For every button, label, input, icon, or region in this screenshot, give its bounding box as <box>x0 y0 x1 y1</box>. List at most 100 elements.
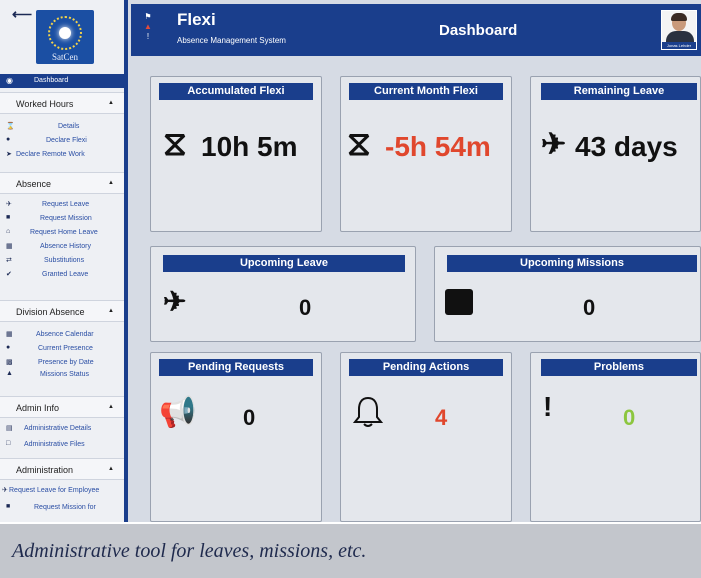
card-title: Pending Requests <box>159 359 313 376</box>
sidebar-item-request-leave[interactable]: ✈ Request Leave <box>0 200 124 211</box>
rocket-icon: ➤ <box>6 151 12 158</box>
briefcase-icon <box>445 289 473 315</box>
header-icons: ⚑ ▲ ! <box>141 12 155 42</box>
logo: SatCen <box>36 10 94 64</box>
status-icon: ▲ <box>6 370 13 377</box>
section-label: Admin Info <box>16 403 60 413</box>
sidebar-item-label: Details <box>58 123 80 130</box>
card-value: -5h 54m <box>385 131 491 162</box>
plane-icon: ✈ <box>541 128 567 161</box>
calendar-icon: ▦ <box>6 331 13 338</box>
card-pending-actions[interactable]: Pending Actions 4 <box>340 352 512 522</box>
dashboard-icon: ◉ <box>6 76 13 85</box>
logo-text: SatCen <box>52 52 78 62</box>
sidebar-item-granted-leave[interactable]: ✔ Granted Leave <box>0 270 124 281</box>
arrow-left-icon[interactable]: ⟵ <box>12 6 32 23</box>
sidebar-item-label: Granted Leave <box>42 271 89 278</box>
sidebar-item-label: Request Mission for <box>34 504 96 511</box>
sidebar-item-administrative-details[interactable]: ▤ Administrative Details <box>0 424 124 435</box>
sidebar-item-declare-remote-work[interactable]: ➤ Declare Remote Work <box>0 150 124 161</box>
sidebar-item-label: Administrative Details <box>24 425 92 432</box>
hourglass-icon: ⧖ <box>163 125 187 163</box>
card-value: 0 <box>299 295 312 320</box>
section-label: Division Absence <box>16 307 85 317</box>
megaphone-icon: 📢 <box>159 396 197 429</box>
sidebar-item-label: Administrative Files <box>24 441 85 448</box>
hourglass-icon: ⧖ <box>347 125 371 163</box>
plane-icon: ✈ <box>6 201 12 208</box>
dot-icon: ● <box>6 136 11 143</box>
page-title: Dashboard <box>439 22 518 39</box>
sidebar-item-request-mission[interactable]: ■ Request Mission <box>0 214 124 225</box>
card-value: 43 days <box>575 131 678 162</box>
presence-icon: ▩ <box>6 359 13 366</box>
section-worked-hours[interactable]: Worked Hours ▲ <box>0 92 124 114</box>
bell-icon <box>352 395 384 429</box>
sidebar-item-details[interactable]: ⌛ Details <box>0 122 124 133</box>
avatar[interactable]: Jonas Lehder <box>661 10 697 50</box>
sidebar-item-label: Absence Calendar <box>36 331 94 338</box>
sidebar-item-missions-status[interactable]: ▲ Missions Status <box>0 370 124 381</box>
card-title: Accumulated Flexi <box>159 83 313 100</box>
sidebar-item-label: Missions Status <box>40 371 90 378</box>
sidebar-item-label: Declare Remote Work <box>16 151 85 158</box>
card-title: Upcoming Leave <box>163 255 405 272</box>
sidebar-item-current-presence[interactable]: ● Current Presence <box>0 344 124 355</box>
briefcase-icon: ■ <box>6 214 11 221</box>
sidebar-item-request-mission-for[interactable]: ■ Request Mission for <box>0 503 124 514</box>
plane-icon: ✈ <box>163 286 187 317</box>
sidebar-item-label: Substitutions <box>44 257 85 264</box>
section-label: Absence <box>16 179 52 189</box>
card-value: 0 <box>583 295 596 320</box>
briefcase-icon: ■ <box>6 503 11 510</box>
section-administration[interactable]: Administration ▲ <box>0 458 124 480</box>
card-upcoming-missions[interactable]: Upcoming Missions 0 <box>434 246 701 342</box>
calendar-icon: ▦ <box>6 243 13 250</box>
dot-icon: ● <box>6 344 11 351</box>
app-title: Flexi <box>177 10 216 29</box>
card-remaining-leave[interactable]: Remaining Leave ✈ 43 days <box>530 76 701 232</box>
sidebar-item-dashboard[interactable]: ◉ Dashboard <box>0 74 124 88</box>
sidebar-item-request-leave-for-employee[interactable]: ✈ Request Leave for Employee <box>0 486 124 497</box>
caret-up-icon: ▲ <box>108 466 114 472</box>
card-pending-requests[interactable]: Pending Requests 📢 0 <box>150 352 322 522</box>
sidebar-item-presence-by-date[interactable]: ▩ Presence by Date <box>0 358 124 369</box>
caption-text: Administrative tool for leaves, missions… <box>12 540 367 562</box>
plane-icon: ✈ <box>2 487 8 494</box>
file-icon: □ <box>6 440 11 447</box>
sidebar-item-label: Presence by Date <box>38 359 94 366</box>
avatar-hair <box>671 13 687 21</box>
figure: ⟵ SatCen ◉ Dashboard Worked Hours ▲ ⌛ De… <box>0 0 701 578</box>
sidebar-item-label: Request Leave for Employee <box>9 487 100 494</box>
card-accumulated-flexi[interactable]: Accumulated Flexi ⧖ 10h 5m <box>150 76 322 232</box>
card-problems[interactable]: Problems ! 0 <box>530 352 701 522</box>
sidebar-item-administrative-files[interactable]: □ Administrative Files <box>0 440 124 451</box>
caret-up-icon: ▲ <box>108 100 114 106</box>
section-division-absence[interactable]: Division Absence ▲ <box>0 300 124 322</box>
app-header: ⚑ ▲ ! Flexi Absence Management System Da… <box>131 4 701 56</box>
megaphone-icon[interactable]: ⚑ <box>141 12 155 22</box>
sidebar-item-substitutions[interactable]: ⇄ Substitutions <box>0 256 124 267</box>
bell-icon[interactable]: ▲ <box>141 22 155 32</box>
sidebar-item-absence-history[interactable]: ▦ Absence History <box>0 242 124 253</box>
check-icon: ✔ <box>6 271 12 278</box>
swap-icon: ⇄ <box>6 257 12 264</box>
sidebar-item-request-home-leave[interactable]: ⌂ Request Home Leave <box>0 228 124 239</box>
exclamation-icon[interactable]: ! <box>141 32 155 42</box>
caret-up-icon: ▲ <box>108 180 114 186</box>
hourglass-icon: ⌛ <box>6 123 15 130</box>
sidebar-item-label: Declare Flexi <box>46 137 87 144</box>
exclamation-icon: ! <box>543 391 553 422</box>
sidebar-item-absence-calendar[interactable]: ▦ Absence Calendar <box>0 330 124 341</box>
id-card-icon: ▤ <box>6 425 13 432</box>
card-value: 0 <box>243 405 256 430</box>
satellite-glow-icon <box>59 27 71 39</box>
sidebar-item-label: Request Leave <box>42 201 90 208</box>
card-upcoming-leave[interactable]: Upcoming Leave ✈ 0 <box>150 246 416 342</box>
section-label: Administration <box>16 465 74 475</box>
card-current-month-flexi[interactable]: Current Month Flexi ⧖ -5h 54m <box>340 76 512 232</box>
section-admin-info[interactable]: Admin Info ▲ <box>0 396 124 418</box>
sidebar-item-declare-flexi[interactable]: ● Declare Flexi <box>0 136 124 147</box>
section-absence[interactable]: Absence ▲ <box>0 172 124 194</box>
caret-up-icon: ▲ <box>108 308 114 314</box>
